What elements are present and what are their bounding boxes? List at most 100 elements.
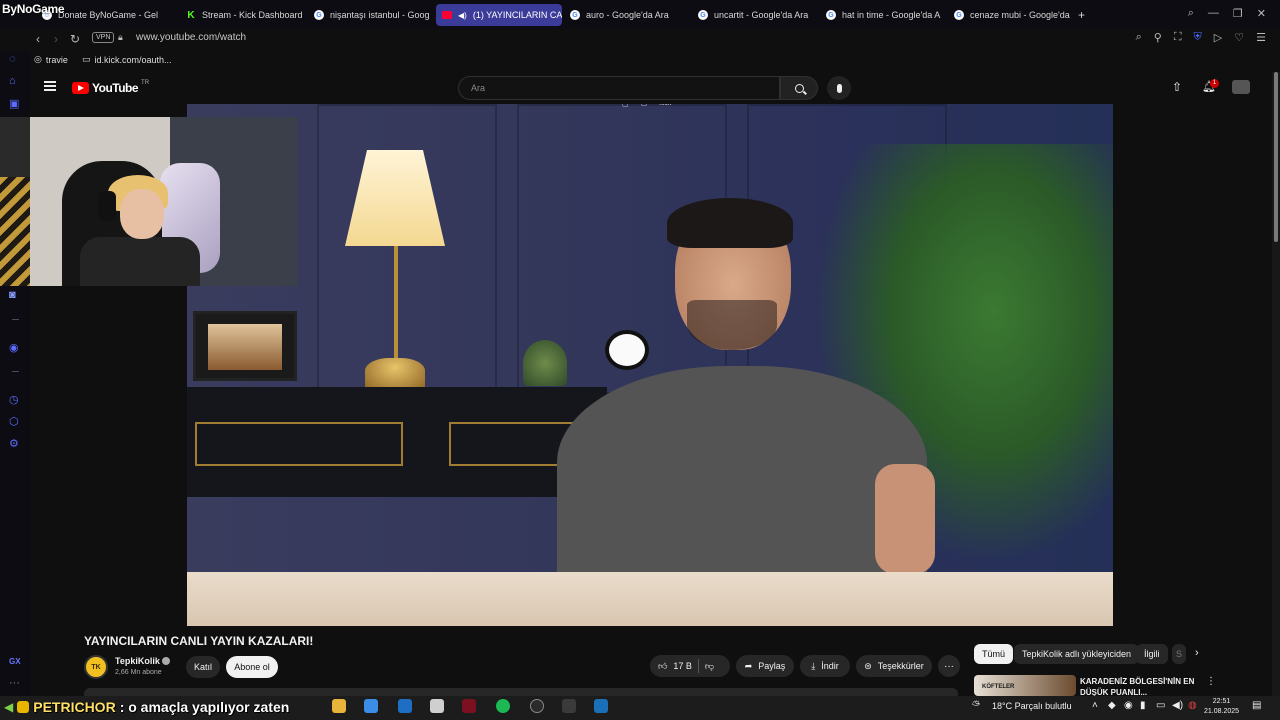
scrollbar-thumb[interactable] — [1274, 72, 1278, 242]
dislike-icon[interactable]: 👎︎ — [705, 661, 714, 672]
weather-icon[interactable]: ⛅︎ — [972, 700, 980, 711]
like-count[interactable]: 17 B — [673, 661, 692, 671]
channel-name[interactable]: TepkiKolik — [115, 656, 160, 666]
workspace-icon[interactable]: ⌂ — [9, 75, 16, 87]
tray-app-icon[interactable]: ◆ — [1108, 700, 1116, 711]
notification-badge: 1 — [1210, 79, 1219, 88]
tab-google-uncartit[interactable]: G uncartit - Google'da Ara — [692, 4, 820, 26]
zoom-icon[interactable]: ⌕ — [1136, 31, 1142, 44]
pin-icon[interactable]: ⚲ — [1154, 31, 1162, 44]
weather-text[interactable]: 18°C Parçalı bulutlu — [992, 701, 1072, 711]
account-avatar[interactable] — [1232, 80, 1250, 94]
bookmark-kick-oauth[interactable]: ▭ id.kick.com/oauth... — [82, 54, 172, 65]
person-body — [557, 366, 927, 576]
chat-ticker-overlay: ◀ PETRICHOR : o amaçla yapılıyor zaten — [0, 696, 289, 718]
aria-icon[interactable]: ◌ — [9, 53, 16, 65]
steam-icon[interactable] — [594, 699, 608, 713]
recommended-title[interactable]: KARADENİZ BÖLGESİ'NİN EN DÜŞÜK PUANLI... — [1080, 676, 1196, 698]
back-icon[interactable]: ‹ — [36, 32, 40, 46]
chevron-right-icon[interactable]: › — [1195, 647, 1199, 659]
play-icon[interactable]: ▷ — [1214, 31, 1222, 44]
youtube-logo[interactable]: YouTube TR — [72, 80, 149, 95]
lock-icon[interactable]: 🔒︎ — [118, 32, 123, 43]
tab-label: (1) YAYINCILARIN CA — [472, 10, 562, 20]
new-tab-button[interactable]: + — [1072, 4, 1092, 26]
history-icon[interactable]: ◷ — [9, 393, 19, 406]
store-icon[interactable] — [364, 699, 378, 713]
spotify-icon[interactable] — [496, 699, 510, 713]
like-icon[interactable]: 👍︎ — [658, 661, 667, 672]
join-button[interactable]: Katıl — [186, 656, 220, 678]
channel-avatar[interactable]: TK — [84, 655, 108, 679]
chip-from-uploader[interactable]: TepkiKolik adlı yükleyiciden — [1014, 644, 1140, 664]
tray-chevron-icon[interactable]: ˄ — [1092, 700, 1098, 711]
page-scrollbar[interactable] — [1272, 72, 1280, 696]
extensions-icon[interactable]: ⬡ — [9, 415, 19, 428]
page-icon: ▭ — [82, 54, 91, 64]
copy-icon[interactable]: ▢ — [622, 104, 629, 108]
notepad-icon[interactable] — [430, 699, 444, 713]
recommended-thumbnail[interactable]: KÖFTELER — [974, 675, 1076, 696]
more-actions-button[interactable]: ··· — [938, 655, 960, 677]
thanks-button[interactable]: ⊜ Teşekkürler — [856, 655, 932, 677]
maximize-icon[interactable]: ❐ — [1233, 7, 1243, 20]
twitch-icon[interactable]: ▣ — [9, 97, 19, 110]
tab-google-cenaze-mubi[interactable]: G cenaze mubi - Google'da — [948, 4, 1074, 26]
more-icon[interactable]: ··· — [9, 677, 20, 689]
shield-icon[interactable]: ⛨ — [1194, 31, 1202, 44]
search-button[interactable] — [780, 76, 818, 100]
pip-icon[interactable]: ▭ — [641, 104, 648, 108]
reload-icon[interactable]: ↻ — [70, 32, 80, 46]
file-explorer-icon[interactable] — [332, 699, 346, 713]
tab-google-auro[interactable]: G auro - Google'da Ara — [564, 4, 692, 26]
clock-date: 21.08.2025 — [1204, 708, 1240, 715]
share-button[interactable]: ➦ Paylaş — [736, 655, 794, 677]
tab-kick-dashboard[interactable]: K Stream - Kick Dashboard — [180, 4, 308, 26]
hamburger-menu-icon[interactable] — [44, 81, 56, 91]
epic-games-icon[interactable] — [562, 699, 576, 713]
clock-time: 22:51 — [1212, 698, 1231, 705]
heart-icon[interactable]: ♡ — [1234, 31, 1244, 44]
voice-search-button[interactable] — [827, 76, 851, 100]
bookmark-travie[interactable]: ◎ travie — [34, 54, 68, 65]
settings-icon[interactable]: ⚙ — [9, 437, 19, 450]
search-input[interactable]: Ara — [458, 76, 780, 100]
opera-gx-icon[interactable] — [462, 699, 476, 713]
network-icon[interactable]: ▭ — [1156, 700, 1165, 711]
outlook-icon[interactable] — [398, 699, 412, 713]
sidebar-divider — [12, 319, 19, 320]
notification-center-icon[interactable]: ▤ — [1252, 700, 1261, 711]
ticker-arrow-icon: ◀ — [4, 700, 14, 714]
forward-icon[interactable]: › — [54, 32, 58, 46]
tray-app-icon[interactable]: ◉ — [1124, 700, 1133, 711]
download-button[interactable]: ⤓ İndir — [800, 655, 850, 677]
tab-youtube-active[interactable]: ◀) (1) YAYINCILARIN CA — [436, 4, 562, 26]
close-icon[interactable]: ✕ — [1257, 7, 1266, 20]
tab-google-nisantasi[interactable]: G nişantaşı istanbul - Goog — [308, 4, 436, 26]
snapshot-icon[interactable]: ⛶ — [1174, 31, 1182, 44]
minimize-icon[interactable]: — — [1208, 7, 1219, 20]
recommended-more-icon[interactable]: ⋮ — [1206, 676, 1216, 687]
tray-mic-icon[interactable]: ▮ — [1140, 700, 1146, 711]
tab-google-hat-in-time[interactable]: G hat in time - Google'da A — [820, 4, 948, 26]
url-field[interactable]: www.youtube.com/watch — [136, 32, 246, 43]
antivirus-icon[interactable]: ◍ — [1188, 700, 1197, 711]
download-label: İndir — [821, 661, 839, 671]
video-player[interactable]: ▢ ▭ kick — [187, 104, 1113, 626]
obs-icon[interactable] — [530, 699, 544, 713]
discord-icon[interactable]: ◙ — [9, 289, 16, 301]
subscribe-button[interactable]: Abone ol — [226, 656, 278, 678]
chip-related[interactable]: İlgili — [1136, 644, 1168, 664]
volume-icon[interactable]: ◀) — [1172, 700, 1183, 711]
person-hair — [667, 198, 793, 248]
create-upload-icon[interactable]: ⇧ — [1172, 80, 1182, 94]
chip-partial[interactable]: S — [1172, 644, 1187, 664]
youtube-header: YouTube TR Ara ⇧ 🔔︎ 1 — [30, 72, 1280, 104]
chip-all[interactable]: Tümü — [974, 644, 1014, 664]
vpn-badge[interactable]: VPN — [92, 32, 115, 43]
player-icon[interactable]: ◉ — [9, 341, 19, 354]
search-tabs-icon[interactable]: ⌕ — [1188, 7, 1194, 20]
system-clock[interactable]: 22:51 21.08.2025 — [1204, 697, 1239, 717]
menu-icon[interactable]: ☰ — [1256, 31, 1266, 44]
tab-label: cenaze mubi - Google'da — [970, 10, 1070, 20]
